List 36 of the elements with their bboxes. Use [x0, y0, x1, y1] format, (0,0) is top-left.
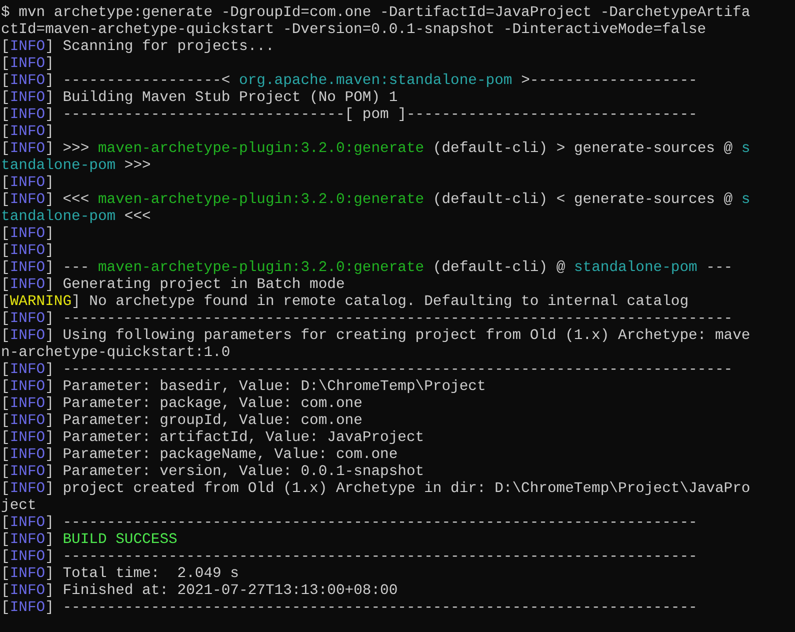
terminal-line: [INFO] — [1, 226, 54, 243]
terminal-line: [INFO] ---------------------------------------------------------------------------- — [1, 362, 733, 379]
terminal-line: [INFO] — [1, 243, 54, 260]
terminal-line: [INFO] Building Maven Stub Project (No POM) 1 — [1, 90, 398, 107]
terminal-line: [INFO] ------------------------------------------------------------------------ — [1, 600, 698, 617]
terminal-line: tandalone-pom >>> — [1, 158, 151, 175]
terminal-line: [INFO] ------------------------------------------------------------------------ — [1, 515, 698, 532]
terminal-line: ject — [1, 498, 36, 515]
terminal-line: [INFO] ------------------------------------------------------------------------ — [1, 549, 698, 566]
terminal-line: [INFO] Total time: 2.049 s — [1, 566, 240, 583]
terminal-line: [INFO] ------------------< org.apache.maven:standalone-pom >------------------- — [1, 73, 698, 90]
terminal-line: [INFO] --------------------------------[ pom ]--------------------------------- — [1, 107, 698, 124]
terminal-line: [INFO] --- maven-archetype-plugin:3.2.0:generate (default-cli) @ standalone-pom --- — [1, 260, 733, 277]
terminal-line: [INFO] — [1, 56, 54, 73]
terminal-line: [INFO] project created from Old (1.x) Archetype in dir: D:\ChromeTemp\Project\JavaPro — [1, 481, 750, 498]
terminal-line: [WARNING] No archetype found in remote catalog. Defaulting to internal catalog — [1, 294, 689, 311]
terminal-line: [INFO] Scanning for projects... — [1, 39, 274, 56]
terminal-line: [INFO] Generating project in Batch mode — [1, 277, 345, 294]
terminal-line: tandalone-pom <<< — [1, 209, 151, 226]
terminal-line: [INFO] — [1, 124, 54, 141]
terminal-line: [INFO] BUILD SUCCESS — [1, 532, 178, 549]
terminal-line: $ mvn archetype:generate -DgroupId=com.one -DartifactId=JavaProject -DarchetypeArtifa — [1, 5, 750, 22]
terminal-line: ctId=maven-archetype-quickstart -Dversion=0.0.1-snapshot -DinteractiveMode=false — [1, 22, 706, 39]
terminal-line: [INFO] Parameter: groupId, Value: com.one — [1, 413, 362, 430]
terminal-line: [INFO] — [1, 175, 54, 192]
terminal-line: [INFO] Finished at: 2021-07-27T13:13:00+08:00 — [1, 583, 398, 600]
terminal-line: [INFO] Parameter: package, Value: com.one — [1, 396, 362, 413]
terminal-line: [INFO] Using following parameters for creating project from Old (1.x) Archetype: mave — [1, 328, 750, 345]
terminal-line: [INFO] Parameter: packageName, Value: com.one — [1, 447, 398, 464]
terminal-line: [INFO] ---------------------------------------------------------------------------- — [1, 311, 733, 328]
terminal-line: [INFO] Parameter: basedir, Value: D:\ChromeTemp\Project — [1, 379, 486, 396]
terminal-line: [INFO] Parameter: artifactId, Value: JavaProject — [1, 430, 424, 447]
terminal-line: [INFO] >>> maven-archetype-plugin:3.2.0:generate (default-cli) > generate-sources @ s — [1, 141, 750, 158]
terminal-line: [INFO] Parameter: version, Value: 0.0.1-snapshot — [1, 464, 424, 481]
terminal-line: n-archetype-quickstart:1.0 — [1, 345, 230, 362]
terminal-line: [INFO] <<< maven-archetype-plugin:3.2.0:generate (default-cli) < generate-sources @ s — [1, 192, 750, 209]
